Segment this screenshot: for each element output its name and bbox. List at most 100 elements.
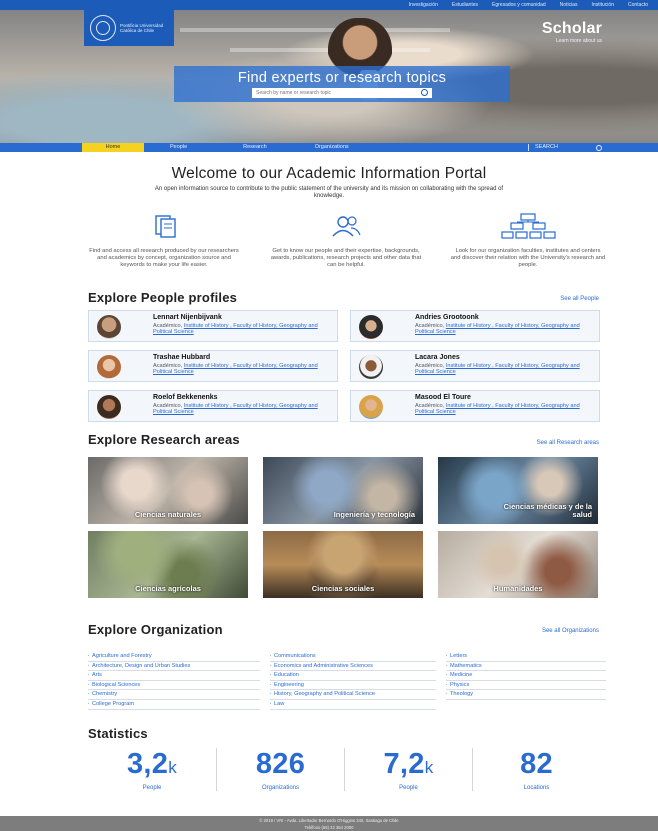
organization-link[interactable]: Letters bbox=[446, 652, 606, 662]
organization-link[interactable]: Communications bbox=[270, 652, 436, 662]
organization-column: Communications Economics and Administrat… bbox=[270, 652, 436, 710]
people-section-title: Explore People profiles bbox=[88, 290, 238, 305]
person-role: Académico, bbox=[415, 323, 445, 329]
top-nav-link[interactable]: Contacto bbox=[628, 0, 648, 10]
stat-label: People bbox=[142, 785, 162, 791]
features-row: Find and access all research produced by… bbox=[86, 213, 606, 268]
footer-phone: Teléfono (56) 22 354 2000 bbox=[304, 825, 354, 830]
feature-text: Look for our organization faculties, ins… bbox=[450, 248, 606, 268]
stat-suffix: k bbox=[168, 758, 178, 777]
avatar bbox=[97, 355, 121, 379]
person-name[interactable]: Roelof Bekkenenks bbox=[153, 394, 218, 401]
person-name[interactable]: Masood El Toure bbox=[415, 394, 471, 401]
person-name[interactable]: Lacara Jones bbox=[415, 354, 460, 361]
search-icon[interactable] bbox=[421, 89, 428, 96]
stat-label: Locations bbox=[523, 785, 550, 791]
tab-organizations[interactable]: Organizations bbox=[315, 143, 349, 152]
organization-link[interactable]: Arts bbox=[88, 671, 260, 681]
organization-link[interactable]: Law bbox=[270, 700, 436, 710]
person-affiliation: Académico, Institute of History , Facult… bbox=[153, 363, 333, 376]
research-area-card[interactable]: Humanidades bbox=[438, 531, 598, 598]
research-area-label: Humanidades bbox=[493, 584, 543, 593]
research-area-card[interactable]: Ciencias médicas y de la salud bbox=[438, 457, 598, 524]
person-card[interactable]: Masood El Toure Académico, Institute of … bbox=[350, 390, 600, 422]
top-nav-link[interactable]: Investigación bbox=[409, 0, 438, 10]
research-area-card[interactable]: Ciencias naturales bbox=[88, 457, 248, 524]
stat-people-2: 7,2k People bbox=[344, 748, 472, 791]
organization-link[interactable]: Engineering bbox=[270, 681, 436, 691]
person-card[interactable]: Lennart Nijenbijvank Académico, Institut… bbox=[88, 310, 338, 342]
organization-link[interactable]: College Program bbox=[88, 700, 260, 710]
footer-address: © 2019 / VRI - Avda. Libertador Bernardo… bbox=[259, 818, 399, 823]
research-area-card[interactable]: Ciencias sociales bbox=[263, 531, 423, 598]
organization-link[interactable]: Education bbox=[270, 671, 436, 681]
hero-search-input[interactable] bbox=[256, 89, 416, 97]
organization-link[interactable]: Economics and Administrative Sciences bbox=[270, 662, 436, 672]
stat-suffix: k bbox=[424, 758, 434, 777]
person-role: Académico, bbox=[153, 403, 183, 409]
person-name[interactable]: Lennart Nijenbijvank bbox=[153, 314, 222, 321]
tab-home[interactable]: Home bbox=[82, 143, 144, 152]
stat-people: 3,2k People bbox=[88, 748, 216, 791]
organization-link[interactable]: Mathematics bbox=[446, 662, 606, 672]
organization-link[interactable]: Agriculture and Forestry bbox=[88, 652, 260, 662]
stat-organizations: 826 Organizations bbox=[216, 748, 344, 791]
university-name: Pontificia Universidad Católica de Chile bbox=[120, 23, 164, 33]
top-nav-link[interactable]: Estudiantes bbox=[452, 0, 478, 10]
research-area-card[interactable]: Ingeniería y tecnología bbox=[263, 457, 423, 524]
university-seal-icon bbox=[90, 15, 116, 41]
person-name[interactable]: Andries Grootoonk bbox=[415, 314, 479, 321]
tab-research[interactable]: Research bbox=[243, 143, 267, 152]
research-area-label: Ingeniería y tecnología bbox=[333, 510, 415, 519]
hero-search-box bbox=[252, 88, 432, 98]
people-grid: Lennart Nijenbijvank Académico, Institut… bbox=[88, 310, 600, 422]
avatar bbox=[359, 395, 383, 419]
organization-link[interactable]: Theology bbox=[446, 690, 606, 700]
person-card[interactable]: Andries Grootoonk Académico, Institute o… bbox=[350, 310, 600, 342]
avatar bbox=[97, 315, 121, 339]
top-nav-link[interactable]: Egresados y comunidad bbox=[492, 0, 546, 10]
scholar-brand: Scholar Learn more about us bbox=[542, 20, 602, 44]
organization-link[interactable]: Physics bbox=[446, 681, 606, 691]
tab-people[interactable]: People bbox=[170, 143, 187, 152]
research-area-label: Ciencias naturales bbox=[134, 510, 202, 519]
main-nav: Home People Research Organizations SEARC… bbox=[0, 143, 658, 152]
avatar bbox=[97, 395, 121, 419]
scholar-title: Scholar bbox=[541, 20, 602, 37]
avatar bbox=[359, 355, 383, 379]
organization-link[interactable]: Chemistry bbox=[88, 690, 260, 700]
see-all-research-link[interactable]: See all Research areas bbox=[537, 440, 599, 446]
organization-link[interactable]: Medicine bbox=[446, 671, 606, 681]
person-card[interactable]: Trashae Hubbard Académico, Institute of … bbox=[88, 350, 338, 382]
search-icon[interactable] bbox=[596, 144, 602, 151]
feature-people: Get to know our people and their experti… bbox=[268, 213, 424, 268]
welcome-subtitle: An open information source to contribute… bbox=[154, 186, 504, 199]
research-area-label: Ciencias sociales bbox=[311, 584, 375, 593]
see-all-organizations-link[interactable]: See all Organizations bbox=[542, 628, 599, 634]
person-name[interactable]: Trashae Hubbard bbox=[153, 354, 210, 361]
organization-list: Agriculture and Forestry Architecture, D… bbox=[88, 652, 606, 710]
avatar bbox=[359, 315, 383, 339]
people-icon bbox=[332, 216, 361, 237]
organization-chart-icon bbox=[501, 213, 556, 239]
person-card[interactable]: Lacara Jones Académico, Institute of His… bbox=[350, 350, 600, 382]
stat-locations: 82 Locations bbox=[472, 748, 600, 791]
top-nav-link[interactable]: Noticias bbox=[560, 0, 578, 10]
university-logo[interactable]: Pontificia Universidad Católica de Chile bbox=[84, 10, 174, 46]
footer: © 2019 / VRI - Avda. Libertador Bernardo… bbox=[0, 816, 658, 831]
research-area-card[interactable]: Ciencias agrícolas bbox=[88, 531, 248, 598]
organization-link[interactable]: Biological Sciences bbox=[88, 681, 260, 691]
person-role: Académico, bbox=[153, 363, 183, 369]
organization-column: Agriculture and Forestry Architecture, D… bbox=[88, 652, 260, 710]
welcome-title: Welcome to our Academic Information Port… bbox=[171, 165, 487, 182]
person-affiliation: Académico, Institute of History , Facult… bbox=[415, 323, 595, 336]
person-card[interactable]: Roelof Bekkenenks Académico, Institute o… bbox=[88, 390, 338, 422]
hero-photo-detail bbox=[180, 28, 450, 32]
person-affiliation: Académico, Institute of History , Facult… bbox=[153, 323, 333, 336]
organization-link[interactable]: Architecture, Design and Urban Studies bbox=[88, 662, 260, 672]
see-all-people-link[interactable]: See all People bbox=[560, 296, 599, 302]
stat-value: 7,2 bbox=[383, 748, 425, 780]
nav-search-link[interactable]: SEARCH bbox=[535, 143, 558, 152]
top-nav-link[interactable]: Institución bbox=[591, 0, 614, 10]
organization-link[interactable]: History, Geography and Political Science bbox=[270, 690, 436, 700]
